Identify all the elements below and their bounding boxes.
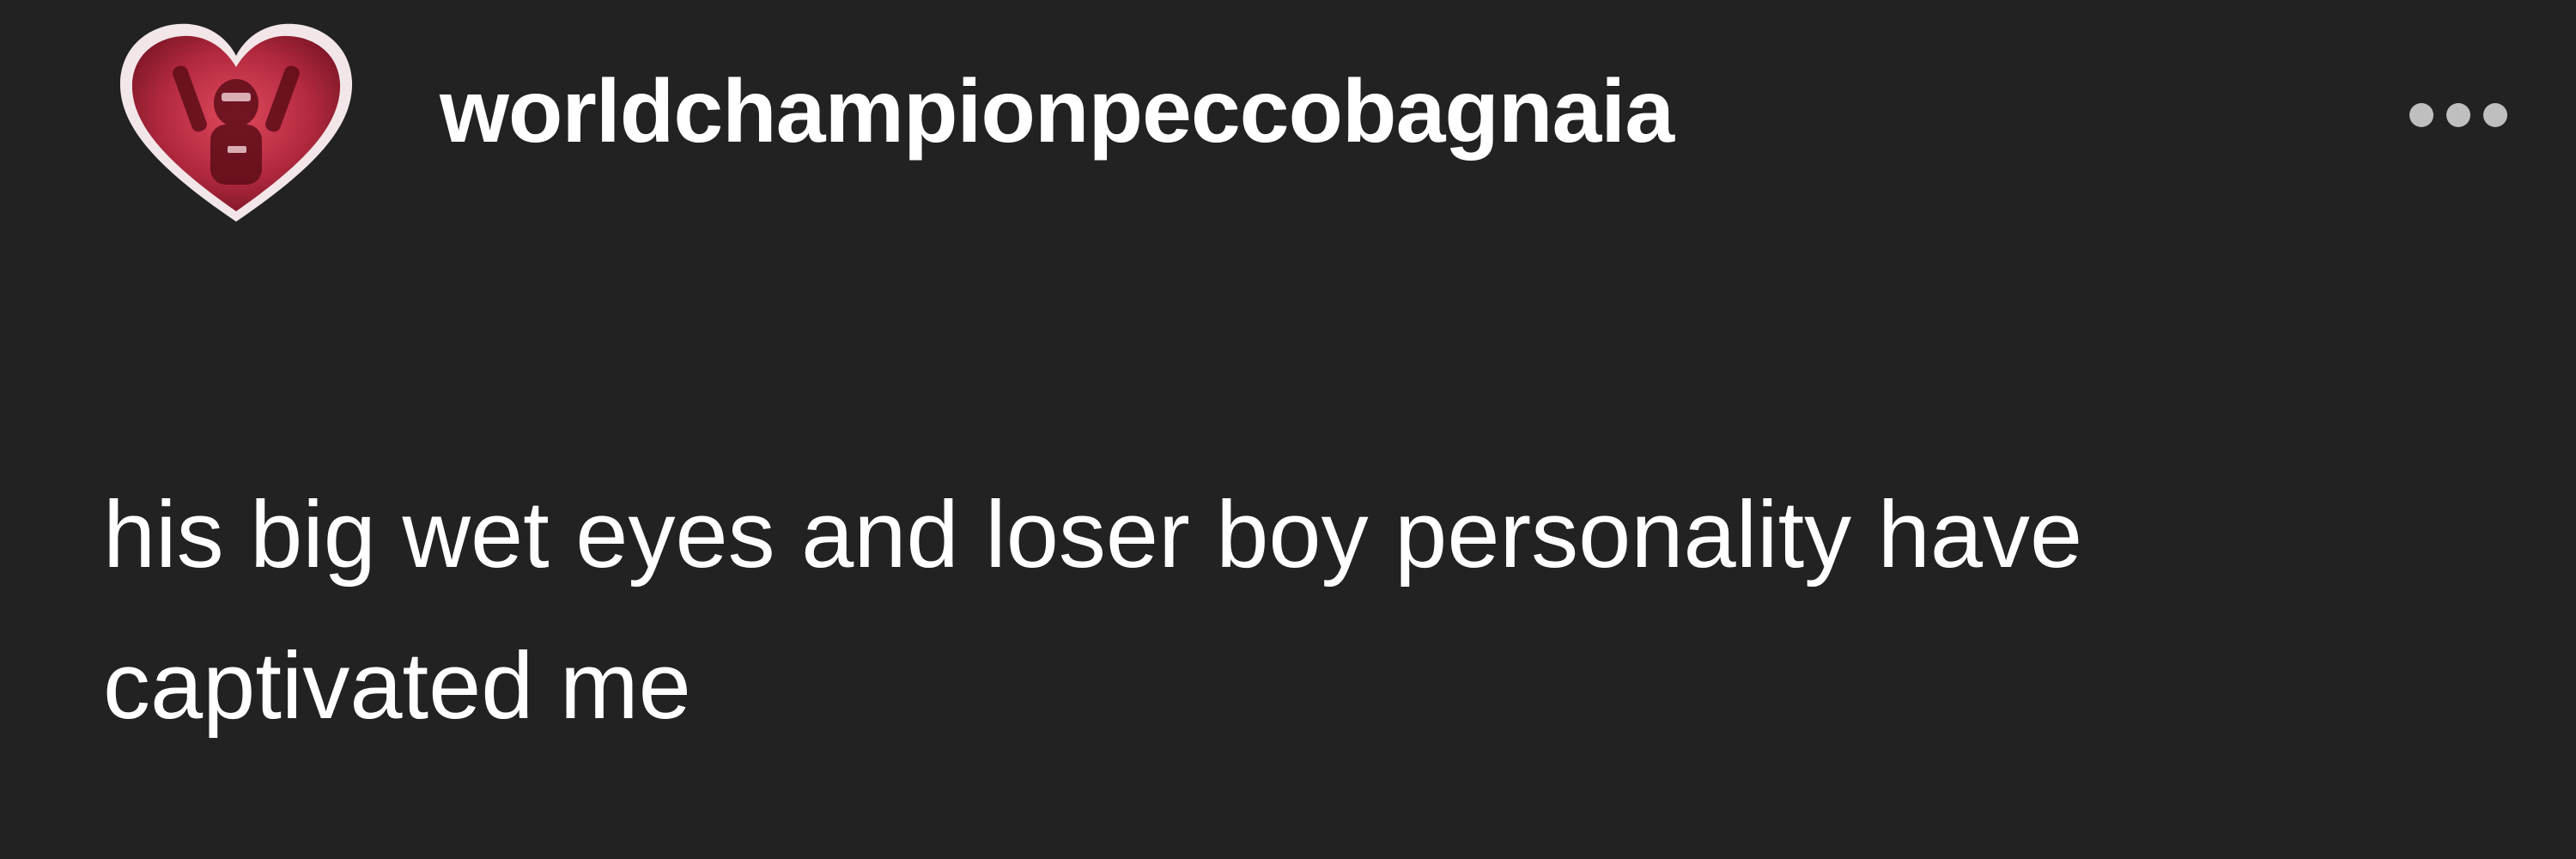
heart-avatar-icon xyxy=(119,23,353,222)
post-body: his big wet eyes and loser boy personali… xyxy=(103,460,2507,762)
more-options-button[interactable] xyxy=(2403,94,2514,136)
post-text-line: his big wet eyes and loser boy personali… xyxy=(103,482,2083,588)
post-card: worldchampionpeccobagnaia his big wet ey… xyxy=(0,0,2576,859)
post-text-line: captivated me xyxy=(103,633,691,739)
avatar[interactable] xyxy=(112,17,361,232)
username-link[interactable]: worldchampionpeccobagnaia xyxy=(440,67,1674,156)
more-options-icon xyxy=(2409,103,2507,127)
